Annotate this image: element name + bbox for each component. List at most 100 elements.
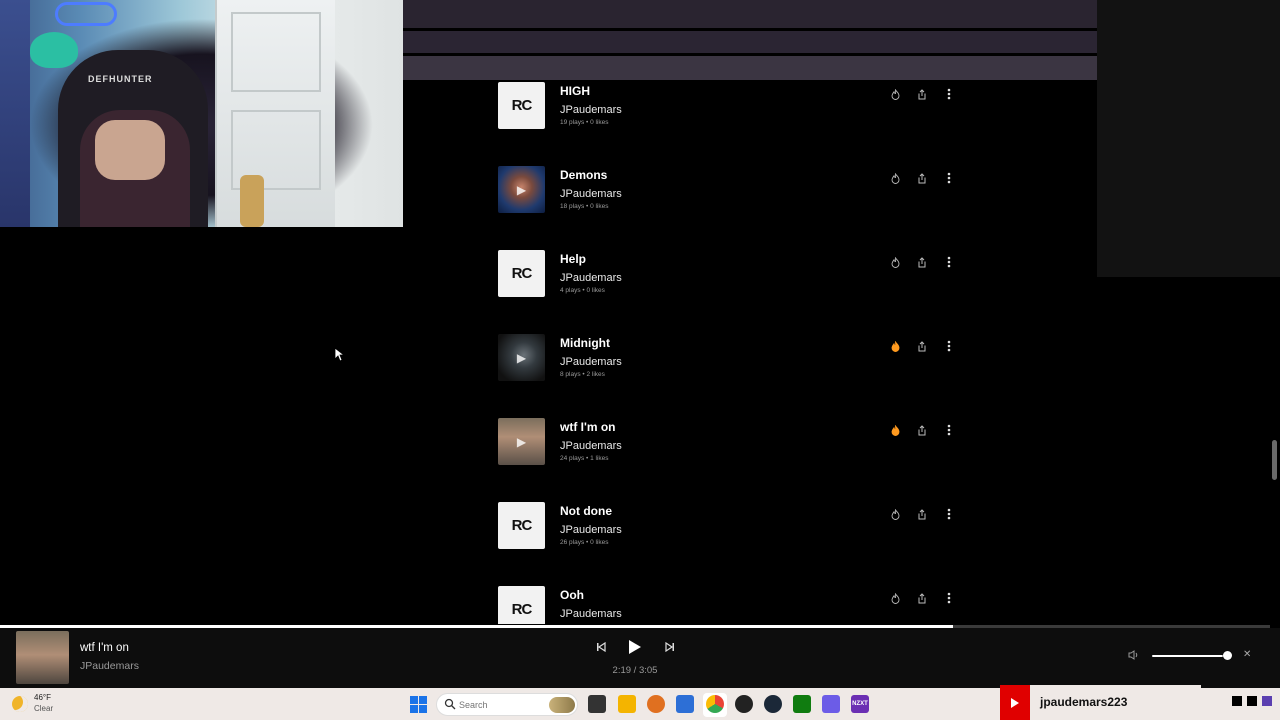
track-row[interactable]: RC Help JPaudemars 4 plays • 0 likes [498, 250, 968, 334]
youtube-channel-chip[interactable]: jpaudemars223 [1000, 685, 1201, 720]
xbox-icon[interactable] [793, 695, 811, 713]
app-icon[interactable] [647, 695, 665, 713]
volume-slider-knob[interactable] [1223, 651, 1232, 660]
steam-notification-icon[interactable] [735, 695, 753, 713]
scrollbar-thumb[interactable] [1272, 440, 1277, 480]
track-artist[interactable]: JPaudemars [560, 272, 622, 284]
play-button[interactable] [626, 637, 644, 657]
track-title[interactable]: wtf I'm on [560, 420, 616, 434]
play-overlay-icon: ▶ [516, 350, 527, 365]
moon-weather-icon[interactable] [12, 696, 28, 712]
track-row[interactable]: RC Not done JPaudemars 26 plays • 0 likes [498, 502, 968, 586]
share-icon[interactable] [915, 171, 929, 185]
track-actions [888, 339, 958, 353]
close-player-button[interactable]: ✕ [1243, 649, 1251, 660]
track-title[interactable]: Ooh [560, 588, 584, 602]
track-artist[interactable]: JPaudemars [560, 524, 622, 536]
search-input[interactable] [459, 697, 549, 712]
track-cover[interactable]: ▶ [498, 166, 545, 213]
now-playing-artist[interactable]: JPaudemars [80, 660, 139, 672]
track-stats: 19 plays • 0 likes [560, 119, 609, 126]
track-row[interactable]: ▶ Midnight JPaudemars 8 plays • 2 likes [498, 334, 968, 418]
track-cover[interactable]: RC [498, 502, 545, 549]
track-artist[interactable]: JPaudemars [560, 104, 622, 116]
tray-square-icon [1247, 696, 1257, 706]
track-artist[interactable]: JPaudemars [560, 440, 622, 452]
more-options-icon[interactable] [942, 255, 956, 269]
more-options-icon[interactable] [942, 423, 956, 437]
share-icon[interactable] [915, 423, 929, 437]
track-row[interactable]: RC HIGH JPaudemars 19 plays • 0 likes [498, 82, 968, 166]
track-actions [888, 423, 958, 437]
track-cover[interactable]: ▶ [498, 418, 545, 465]
share-icon[interactable] [915, 87, 929, 101]
now-playing-title[interactable]: wtf I'm on [80, 642, 129, 654]
share-icon[interactable] [915, 255, 929, 269]
previous-icon [597, 642, 606, 652]
track-stats: 24 plays • 1 likes [560, 455, 609, 462]
previous-track-button[interactable] [595, 640, 607, 654]
search-icon [444, 698, 456, 710]
next-track-button[interactable] [664, 640, 676, 654]
fire-like-icon[interactable] [888, 507, 902, 521]
grid-app-icon[interactable] [822, 695, 840, 713]
dinosaur-decoration [30, 32, 78, 68]
track-stats: 18 plays • 0 likes [560, 203, 609, 210]
fire-like-icon[interactable] [888, 339, 902, 353]
track-cover[interactable]: RC [498, 250, 545, 297]
share-icon[interactable] [915, 591, 929, 605]
weather-temperature[interactable]: 46°F [34, 693, 51, 702]
track-title[interactable]: Demons [560, 168, 607, 182]
site-subnav-bar [403, 56, 1097, 80]
rapchat-logo-icon: RC [511, 265, 533, 282]
track-actions [888, 87, 958, 101]
track-title[interactable]: Help [560, 252, 586, 266]
share-icon[interactable] [915, 507, 929, 521]
rapchat-logo-icon: RC [511, 97, 533, 114]
nzxt-icon[interactable]: NZXT [851, 695, 869, 713]
fire-like-icon[interactable] [888, 423, 902, 437]
more-options-icon[interactable] [942, 171, 956, 185]
file-explorer-icon[interactable] [618, 695, 636, 713]
track-cover[interactable]: ▶ [498, 334, 545, 381]
taskbar-search[interactable] [436, 693, 578, 716]
task-view-icon[interactable] [588, 695, 606, 713]
fire-like-icon[interactable] [888, 87, 902, 101]
more-options-icon[interactable] [942, 507, 956, 521]
track-cover[interactable]: RC [498, 586, 545, 624]
share-icon[interactable] [915, 339, 929, 353]
webcam-shelf [0, 0, 30, 227]
now-playing-cover[interactable] [16, 631, 69, 684]
volume-icon[interactable] [1128, 650, 1142, 662]
track-artist[interactable]: JPaudemars [560, 188, 622, 200]
track-stats: 8 plays • 2 likes [560, 371, 605, 378]
weather-condition[interactable]: Clear [34, 704, 53, 713]
fire-like-icon[interactable] [888, 591, 902, 605]
more-options-icon[interactable] [942, 591, 956, 605]
next-icon [665, 642, 674, 652]
store-icon[interactable] [676, 695, 694, 713]
start-button[interactable] [410, 696, 427, 713]
track-title[interactable]: HIGH [560, 84, 590, 98]
chair-logo: DEFHUNTER [88, 74, 153, 84]
track-cover[interactable]: RC [498, 82, 545, 129]
track-row[interactable]: ▶ Demons JPaudemars 18 plays • 0 likes [498, 166, 968, 250]
track-row[interactable]: ▶ wtf I'm on JPaudemars 24 plays • 1 likes [498, 418, 968, 502]
more-options-icon[interactable] [942, 87, 956, 101]
youtube-channel-name: jpaudemars223 [1040, 695, 1128, 709]
fire-like-icon[interactable] [888, 255, 902, 269]
track-title[interactable]: Not done [560, 504, 612, 518]
track-stats: 4 plays • 0 likes [560, 287, 605, 294]
track-title[interactable]: Midnight [560, 336, 610, 350]
rapchat-logo-icon: RC [511, 517, 533, 534]
track-artist[interactable]: JPaudemars [560, 608, 622, 620]
chrome-icon[interactable] [706, 695, 724, 713]
fire-like-icon[interactable] [888, 171, 902, 185]
track-artist[interactable]: JPaudemars [560, 356, 622, 368]
volume-slider[interactable] [1152, 655, 1228, 657]
site-header-bar [403, 0, 1097, 28]
more-options-icon[interactable] [942, 339, 956, 353]
track-row[interactable]: RC Ooh JPaudemars [498, 586, 968, 624]
steam-icon[interactable] [764, 695, 782, 713]
scrollbar[interactable] [1270, 82, 1278, 624]
